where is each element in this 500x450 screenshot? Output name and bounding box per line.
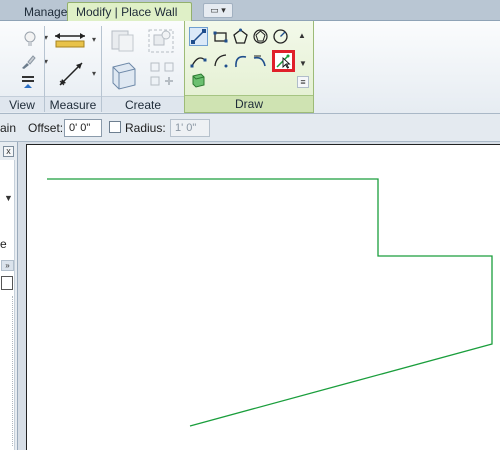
wall-sketch-line xyxy=(47,178,493,427)
aligned-dimension-icon[interactable] xyxy=(54,58,88,90)
polygon-tool-icon[interactable] xyxy=(231,27,250,46)
create-similar-icon[interactable] xyxy=(146,58,178,90)
line-tool-icon[interactable] xyxy=(189,27,208,46)
pick-faces-icon[interactable] xyxy=(189,70,208,89)
start-end-arc-icon[interactable] xyxy=(189,51,208,70)
offset-input[interactable]: 0' 0" xyxy=(64,119,102,137)
chevron-down-icon[interactable]: ▾ xyxy=(90,34,98,44)
light-bulb-icon[interactable] xyxy=(18,28,42,50)
wall-sketch xyxy=(47,178,493,427)
tangent-arc-icon[interactable] xyxy=(231,51,250,70)
assembly-icon[interactable] xyxy=(106,26,140,56)
options-truncated-label: ain xyxy=(0,121,17,135)
chevron-down-icon[interactable]: ▾ xyxy=(90,68,98,78)
scroll-down-icon[interactable]: ▼ xyxy=(297,58,309,68)
model-group-icon[interactable] xyxy=(106,58,140,92)
circle-tool-icon[interactable] xyxy=(271,27,290,46)
properties-truncated-text: e xyxy=(0,237,7,251)
inscribed-polygon-icon[interactable] xyxy=(251,27,270,46)
collapse-icon[interactable]: » xyxy=(1,260,14,271)
chevron-down-icon[interactable]: ▼ xyxy=(4,193,13,203)
panel-label-draw: Draw xyxy=(234,97,263,111)
center-arc-icon[interactable] xyxy=(211,51,230,70)
pick-lines-icon[interactable] xyxy=(272,50,295,72)
tab-modify-place-wall[interactable]: Modify | Place Wall xyxy=(67,2,192,22)
quick-access-dropdown-button[interactable]: ▭ ▾ xyxy=(203,3,233,18)
radius-checkbox[interactable] xyxy=(109,121,121,133)
expand-gallery-icon[interactable]: ≡ xyxy=(297,76,309,88)
radius-label: Radius: xyxy=(125,121,166,135)
close-icon[interactable]: x xyxy=(3,146,14,157)
property-grid-lines xyxy=(2,296,13,446)
dimension-ruler-icon[interactable] xyxy=(52,28,88,52)
list-arrow-icon[interactable] xyxy=(16,72,40,92)
panel-label-measure: Measure xyxy=(45,96,101,112)
offset-label: Offset: xyxy=(28,121,64,135)
rectangle-tool-icon[interactable] xyxy=(211,27,230,46)
scroll-up-icon[interactable]: ▲ xyxy=(296,30,308,40)
property-value-box[interactable] xyxy=(1,276,13,290)
group-icon[interactable] xyxy=(144,26,178,56)
paint-brush-icon[interactable] xyxy=(16,52,40,72)
radius-input[interactable]: 1' 0" xyxy=(170,119,210,137)
panel-label-view: View xyxy=(0,96,44,112)
fillet-arc-icon[interactable] xyxy=(251,51,270,70)
panel-label-create: Create xyxy=(102,96,184,112)
